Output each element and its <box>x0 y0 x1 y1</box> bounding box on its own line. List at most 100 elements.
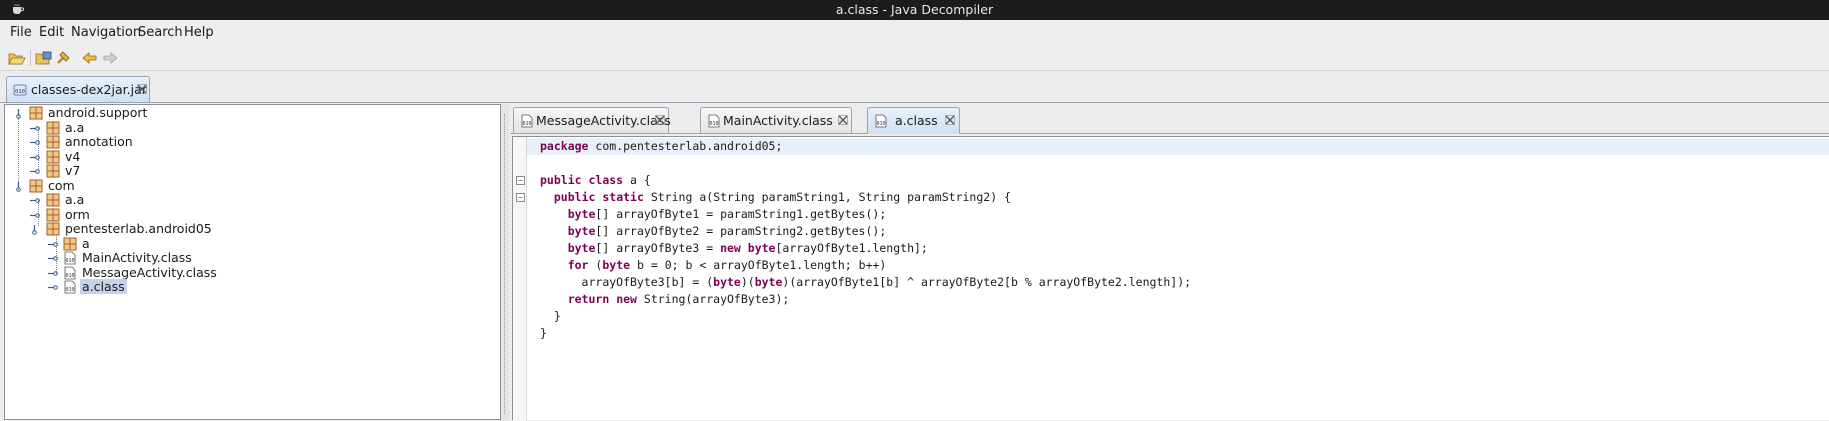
fold-toggle-icon[interactable]: − <box>516 193 525 202</box>
code-text: arrayOfByte3 <box>692 292 776 306</box>
menu-file[interactable]: File <box>10 25 32 40</box>
tree-item-android-support[interactable]: android.support <box>5 105 495 121</box>
menu-bar: File Edit Navigation Search Help <box>0 20 1829 46</box>
code-text: String <box>858 190 901 204</box>
code-text: [] <box>595 207 617 221</box>
close-icon[interactable] <box>838 115 848 125</box>
menu-edit[interactable]: Edit <box>39 25 64 40</box>
code-keyword: byte <box>747 241 776 255</box>
tab-mainactivity-class[interactable]: 010 MainActivity.class <box>700 107 852 133</box>
collapsed-toggle-icon[interactable] <box>29 152 40 163</box>
tree-item-com-a-a[interactable]: a.a <box>5 192 495 208</box>
code-text: ; <box>844 258 859 272</box>
expanded-toggle-icon[interactable] <box>13 108 24 119</box>
back-button[interactable] <box>80 49 100 67</box>
collapsed-toggle-icon[interactable] <box>29 195 40 206</box>
collapsed-toggle-icon[interactable] <box>47 239 58 250</box>
code-text: % <box>1017 275 1039 289</box>
tree-item-label: MessageActivity.class <box>82 265 217 280</box>
collapsed-toggle-icon[interactable] <box>29 166 40 177</box>
collapsed-toggle-icon[interactable] <box>29 137 40 148</box>
code-text: ] ^ <box>893 275 921 289</box>
tree-item-label: a <box>82 236 90 251</box>
tab-messageactivity-class[interactable]: 010 MessageActivity.class <box>513 107 671 133</box>
tree-item-label: MainActivity.class <box>82 250 192 265</box>
package-icon <box>46 222 60 236</box>
menu-search[interactable]: Search <box>138 25 183 40</box>
collapsed-toggle-icon[interactable] <box>29 123 40 134</box>
menu-navigation[interactable]: Navigation <box>71 25 141 40</box>
code-keyword: byte <box>567 224 596 238</box>
code-text: getBytes <box>810 207 866 221</box>
search-button[interactable] <box>54 49 74 67</box>
code-keyword: byte <box>713 275 741 289</box>
window-title: a.class - Java Decompiler <box>835 2 994 17</box>
class-file-icon: 010 <box>521 114 533 128</box>
forward-button[interactable] <box>100 49 120 67</box>
collapsed-toggle-icon[interactable] <box>29 210 40 221</box>
collapsed-toggle-icon[interactable] <box>47 282 58 293</box>
fold-toggle-icon[interactable]: − <box>516 176 525 185</box>
forward-arrow-icon <box>103 52 118 64</box>
tree-item-annotation[interactable]: annotation <box>5 134 495 150</box>
code-line: public static String a(String paramStrin… <box>527 189 1829 206</box>
tree-item-label: android.support <box>48 105 148 120</box>
code-text: , <box>844 190 859 204</box>
code-text: paramString1 <box>761 190 845 204</box>
code-text: b <box>1010 275 1018 289</box>
toolbar-separator <box>30 50 31 66</box>
menu-help[interactable]: Help <box>184 25 214 40</box>
tab-label: MainActivity.class <box>723 113 833 128</box>
code-text: b <box>671 275 679 289</box>
code-text: = 0; <box>643 258 686 272</box>
open-file-button[interactable] <box>6 49 26 67</box>
package-icon <box>46 121 60 135</box>
tab-a-class[interactable]: 010 a.class <box>867 107 960 134</box>
close-icon[interactable] <box>945 115 955 125</box>
tree-item-a-class[interactable]: 010 a.class <box>5 279 495 295</box>
code-text: b <box>636 258 644 272</box>
svg-text:010: 010 <box>522 121 531 127</box>
tree-item-label: com <box>48 178 75 193</box>
collapsed-toggle-icon[interactable] <box>47 268 58 279</box>
close-icon[interactable] <box>655 115 665 125</box>
expanded-toggle-icon[interactable] <box>13 181 24 192</box>
window-titlebar: a.class - Java Decompiler <box>0 0 1829 20</box>
tab-classes-dex2jar[interactable]: 010 classes-dex2jar.jar <box>6 76 150 102</box>
tree-item-v7[interactable]: v7 <box>5 163 495 179</box>
close-icon[interactable] <box>137 84 147 94</box>
tree-item-label: a.class <box>80 279 127 294</box>
tree-item-label: pentesterlab.android05 <box>65 221 212 236</box>
code-keyword: return <box>567 292 610 306</box>
code-text: length <box>872 241 914 255</box>
collapsed-toggle-icon[interactable] <box>47 253 58 264</box>
code-editor[interactable]: − − package com.pentesterlab.android05; … <box>512 136 1829 421</box>
code-text: arrayOfByte2 <box>616 224 700 238</box>
code-line: for (byte b = 0; b < arrayOfByte1.length… <box>527 257 1829 274</box>
svg-text:010: 010 <box>709 121 718 127</box>
panel-splitter[interactable] <box>501 104 509 420</box>
code-keyword: static <box>602 190 644 204</box>
code-text: arrayOfByte1 <box>782 241 866 255</box>
code-keyword: package <box>540 139 589 153</box>
editor-tabstrip: 010 MessageActivity.class 010 MainActivi… <box>510 104 1829 134</box>
code-keyword: public <box>553 190 596 204</box>
open-type-button[interactable] <box>34 49 54 67</box>
expanded-toggle-icon[interactable] <box>29 224 40 235</box>
package-icon <box>29 106 43 120</box>
code-text: arrayOfByte3 <box>616 241 700 255</box>
package-icon <box>46 135 60 149</box>
code-keyword: byte <box>754 275 783 289</box>
tree-item-mainactivity-class[interactable]: 010 MainActivity.class <box>5 250 495 266</box>
code-text: [ <box>1004 275 1011 289</box>
code-text: = <box>699 224 721 238</box>
code-text: [] <box>595 224 617 238</box>
tree-item-pentesterlab-android05[interactable]: pentesterlab.android05 <box>5 221 495 237</box>
tab-label: MessageActivity.class <box>536 113 671 128</box>
